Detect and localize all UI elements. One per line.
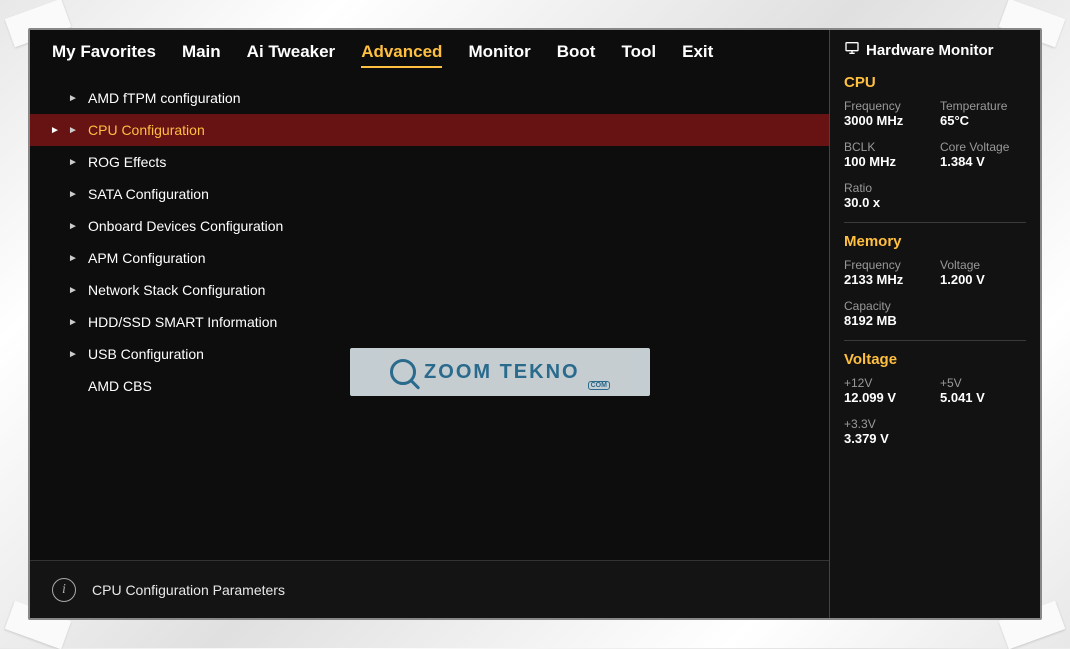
metric-value: 1.200 V — [940, 272, 1026, 287]
metric-label: Capacity — [844, 299, 930, 313]
tab-boot[interactable]: Boot — [557, 42, 596, 68]
menu-item-hdd-ssd-smart-information[interactable]: ► HDD/SSD SMART Information — [30, 306, 829, 338]
metric-value: 3000 MHz — [844, 113, 930, 128]
bios-frame: My Favorites Main Ai Tweaker Advanced Monito… — [28, 28, 1042, 620]
menu-item-label: Network Stack Configuration — [88, 282, 265, 298]
metric-row: Capacity8192 MB — [844, 299, 1026, 328]
tab-my-favorites[interactable]: My Favorites — [52, 42, 156, 68]
tab-main[interactable]: Main — [182, 42, 221, 68]
metric: Temperature65°C — [940, 99, 1026, 128]
watermark: ZOOM TEKNO COM — [350, 348, 650, 396]
metric-label: Core Voltage — [940, 140, 1026, 154]
metric — [940, 299, 1026, 328]
metric-value: 100 MHz — [844, 154, 930, 169]
metric-value: 2133 MHz — [844, 272, 930, 287]
menu-item-label: AMD fTPM configuration — [88, 90, 241, 106]
menu-item-label: AMD CBS — [88, 378, 152, 394]
metric-label: Temperature — [940, 99, 1026, 113]
tab-bar: My Favorites Main Ai Tweaker Advanced Monito… — [30, 30, 829, 76]
metric-value: 65°C — [940, 113, 1026, 128]
tab-ai-tweaker[interactable]: Ai Tweaker — [247, 42, 336, 68]
metric-value: 3.379 V — [844, 431, 930, 446]
metric: Ratio30.0 x — [844, 181, 930, 210]
metric-label: +12V — [844, 376, 930, 390]
metric-label: Ratio — [844, 181, 930, 195]
menu-item-label: Onboard Devices Configuration — [88, 218, 283, 234]
metric-value: 5.041 V — [940, 390, 1026, 405]
metric-label: BCLK — [844, 140, 930, 154]
metric: Capacity8192 MB — [844, 299, 930, 328]
tab-advanced[interactable]: Advanced — [361, 42, 442, 68]
info-icon: i — [52, 578, 76, 602]
menu-item-rog-effects[interactable]: ► ROG Effects — [30, 146, 829, 178]
metric-label: Frequency — [844, 258, 930, 272]
hardware-monitor-title: Hardware Monitor — [866, 42, 994, 59]
submenu-arrow-icon: ► — [68, 157, 78, 168]
tab-monitor[interactable]: Monitor — [468, 42, 530, 68]
metric-row: Frequency3000 MHz Temperature65°C — [844, 99, 1026, 128]
metric-row: Frequency2133 MHz Voltage1.200 V — [844, 258, 1026, 287]
menu-item-sata-configuration[interactable]: ► SATA Configuration — [30, 178, 829, 210]
metric-label: +3.3V — [844, 417, 930, 431]
main-panel: My Favorites Main Ai Tweaker Advanced Monito… — [30, 30, 830, 618]
metric — [940, 417, 1026, 446]
submenu-arrow-icon: ► — [68, 93, 78, 104]
metric-row: +12V12.099 V +5V5.041 V — [844, 376, 1026, 405]
metric: +12V12.099 V — [844, 376, 930, 405]
submenu-arrow-icon: ► — [68, 125, 78, 136]
menu-item-label: CPU Configuration — [88, 122, 205, 138]
metric-value: 8192 MB — [844, 313, 930, 328]
menu-item-onboard-devices-configuration[interactable]: ► Onboard Devices Configuration — [30, 210, 829, 242]
monitor-icon — [844, 40, 860, 60]
magnifier-icon — [390, 359, 416, 385]
metric: +3.3V3.379 V — [844, 417, 930, 446]
metric-label: Voltage — [940, 258, 1026, 272]
menu-item-label: HDD/SSD SMART Information — [88, 314, 277, 330]
metric: Frequency2133 MHz — [844, 258, 930, 287]
menu-item-label: SATA Configuration — [88, 186, 209, 202]
tab-tool[interactable]: Tool — [621, 42, 656, 68]
metric-row: BCLK100 MHz Core Voltage1.384 V — [844, 140, 1026, 169]
metric-row: +3.3V3.379 V — [844, 417, 1026, 446]
menu-item-label: APM Configuration — [88, 250, 206, 266]
submenu-arrow-icon: ► — [68, 189, 78, 200]
menu-item-label: ROG Effects — [88, 154, 166, 170]
metric: Voltage1.200 V — [940, 258, 1026, 287]
submenu-arrow-icon: ► — [68, 285, 78, 296]
metric: Frequency3000 MHz — [844, 99, 930, 128]
metric — [940, 181, 1026, 210]
section-title-cpu: CPU — [844, 74, 1026, 91]
watermark-sub: COM — [588, 381, 610, 390]
menu-item-label: USB Configuration — [88, 346, 204, 362]
advanced-menu: ► AMD fTPM configuration ► CPU Configuratio… — [30, 76, 829, 560]
submenu-arrow-icon: ► — [68, 317, 78, 328]
section-title-memory: Memory — [844, 233, 1026, 250]
metric-label: +5V — [940, 376, 1026, 390]
metric-value: 12.099 V — [844, 390, 930, 405]
menu-item-amd-ftpm-configuration[interactable]: ► AMD fTPM configuration — [30, 82, 829, 114]
section-divider — [844, 222, 1026, 223]
help-bar: i CPU Configuration Parameters — [30, 560, 829, 618]
menu-item-apm-configuration[interactable]: ► APM Configuration — [30, 242, 829, 274]
menu-item-cpu-configuration[interactable]: ► CPU Configuration — [30, 114, 829, 146]
hardware-monitor-panel: Hardware Monitor CPUFrequency3000 MHzTem… — [830, 30, 1040, 618]
watermark-text: ZOOM TEKNO — [424, 361, 580, 384]
metric: Core Voltage1.384 V — [940, 140, 1026, 169]
section-divider — [844, 340, 1026, 341]
submenu-arrow-icon: ► — [68, 221, 78, 232]
menu-item-network-stack-configuration[interactable]: ► Network Stack Configuration — [30, 274, 829, 306]
section-title-voltage: Voltage — [844, 351, 1026, 368]
tab-exit[interactable]: Exit — [682, 42, 713, 68]
metric-label: Frequency — [844, 99, 930, 113]
metric-value: 30.0 x — [844, 195, 930, 210]
help-text: CPU Configuration Parameters — [92, 582, 285, 598]
metric-row: Ratio30.0 x — [844, 181, 1026, 210]
submenu-arrow-icon: ► — [68, 253, 78, 264]
metric-value: 1.384 V — [940, 154, 1026, 169]
submenu-arrow-icon: ► — [68, 349, 78, 360]
metric: BCLK100 MHz — [844, 140, 930, 169]
hardware-monitor-header: Hardware Monitor — [844, 40, 1026, 60]
metric: +5V5.041 V — [940, 376, 1026, 405]
